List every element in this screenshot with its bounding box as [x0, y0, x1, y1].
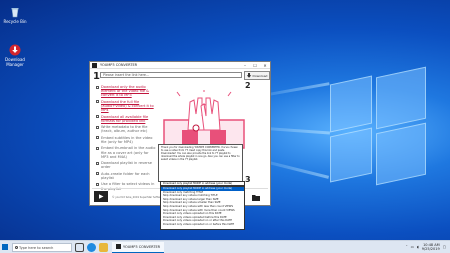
option-auto-folder[interactable]: Auto-create folder for each playlist [96, 172, 156, 180]
mode-select-value: Download only playlist MODE in address (… [163, 182, 233, 185]
step-marker-2: 2 [245, 81, 251, 90]
option-label: Download all available file formats for … [101, 114, 149, 123]
mode-dropdown-list: Download only playlist MODE in address (… [160, 186, 245, 230]
checkbox[interactable] [96, 136, 99, 140]
option-subtitles[interactable]: Embed subtitles in the video file (only … [96, 136, 156, 144]
windows-logo-icon [2, 244, 8, 250]
download-arrow-icon [246, 73, 252, 78]
dropdown-option[interactable]: Download only videos uploaded on or befo… [161, 223, 244, 227]
network-icon[interactable]: ▭ [411, 245, 414, 249]
option-label: Download playlist in reverse order [101, 161, 152, 170]
taskbar-search[interactable]: Type here to search [12, 242, 72, 252]
taskbar: Type here to search YOUMP3 CONVERTER ˄ ▭… [0, 240, 450, 253]
option-mp3[interactable]: Download only the audio element of the v… [96, 85, 156, 98]
desktop-icon-label: Download Manager [5, 57, 25, 67]
download-manager-icon [9, 44, 21, 56]
maximize-button[interactable]: ☐ [250, 63, 260, 68]
play-icon [98, 194, 104, 199]
clock-date: 9/25/2019 [421, 247, 440, 251]
windows-logo-pane [330, 75, 372, 133]
download-button-label: Download [252, 73, 268, 78]
step-marker-3: 3 [245, 175, 251, 184]
close-button[interactable]: ✕ [260, 63, 270, 68]
task-view-icon[interactable] [75, 242, 84, 252]
desktop-icon-recycle-bin[interactable]: Recycle Bin [2, 6, 28, 24]
option-all-formats[interactable]: Download all available file formats for … [96, 115, 156, 123]
checkbox[interactable] [96, 85, 99, 89]
search-placeholder: Type here to search [19, 245, 54, 250]
windows-logo-pane [376, 66, 426, 130]
checkbox[interactable] [96, 125, 99, 129]
info-popup: Thank you for downloading YOUMP3 CONVERT… [158, 144, 243, 182]
windows-logo-pane [330, 127, 372, 183]
checkbox[interactable] [96, 100, 99, 104]
volume-icon[interactable]: ◖ [417, 245, 419, 249]
option-label: Embed thumbnail in the audio file as a c… [101, 146, 156, 159]
app-icon [116, 244, 121, 249]
step-marker-1: 1 [93, 71, 100, 82]
minimize-button[interactable]: – [240, 63, 250, 68]
title-bar: YOUMP3 CONVERTER – ☐ ✕ [90, 62, 270, 69]
option-label: Auto-create folder for each playlist [101, 171, 150, 180]
chevron-up-icon[interactable]: ˄ [406, 245, 408, 249]
app-icon [92, 62, 97, 68]
option-reverse-order[interactable]: Download playlist in reverse order [96, 161, 156, 169]
checkbox[interactable] [96, 182, 99, 186]
desktop-icon-download-manager[interactable]: Download Manager [2, 44, 28, 67]
checkbox[interactable] [96, 146, 99, 150]
recycle-bin-icon [9, 6, 21, 18]
checkbox[interactable] [96, 115, 99, 119]
clock[interactable]: 10:48 AM 9/25/2019 [422, 243, 440, 251]
search-icon [14, 245, 18, 249]
folder-icon[interactable] [252, 194, 260, 201]
notifications-icon[interactable]: ▢ [443, 245, 446, 249]
start-button[interactable] [0, 241, 10, 253]
url-row: 1 Please insert the link here... Downloa… [92, 71, 270, 82]
download-button[interactable]: Download [244, 71, 270, 80]
option-metadata[interactable]: Write metadata to the file (track, album… [96, 125, 156, 133]
option-thumbnail[interactable]: Embed thumbnail in the audio file as a c… [96, 146, 156, 159]
url-input[interactable]: Please insert the link here... [100, 72, 242, 78]
taskbar-app-yoump3[interactable]: YOUMP3 CONVERTER [112, 241, 165, 253]
option-mp4[interactable]: Download the full file (audio+video) & c… [96, 100, 156, 113]
option-label: Download the full file (audio+video) & c… [101, 99, 154, 113]
taskbar-app-label: YOUMP3 CONVERTER [123, 244, 161, 249]
desktop: Recycle Bin Download Manager YOUMP3 CONV… [0, 0, 450, 240]
system-tray: ˄ ▭ ◖ 10:48 AM 9/25/2019 ▢ [406, 243, 450, 251]
file-explorer-icon[interactable] [99, 242, 108, 252]
option-label: Download only the audio element of the v… [101, 85, 149, 98]
popup-text: Thank you for downloading YOUMP3 CONVERT… [161, 146, 240, 161]
desktop-icon-label: Recycle Bin [3, 19, 27, 24]
app-logo [94, 191, 108, 202]
checkbox[interactable] [96, 172, 99, 176]
window-title: YOUMP3 CONVERTER [100, 63, 138, 67]
option-label: Embed subtitles in the video file (only … [101, 135, 153, 144]
option-label: Write metadata to the file (track, album… [101, 125, 148, 134]
checkbox[interactable] [96, 161, 99, 165]
edge-browser-icon[interactable] [87, 242, 96, 252]
windows-logo-pane [376, 122, 426, 186]
options-list: Download only the audio element of the v… [96, 85, 156, 193]
